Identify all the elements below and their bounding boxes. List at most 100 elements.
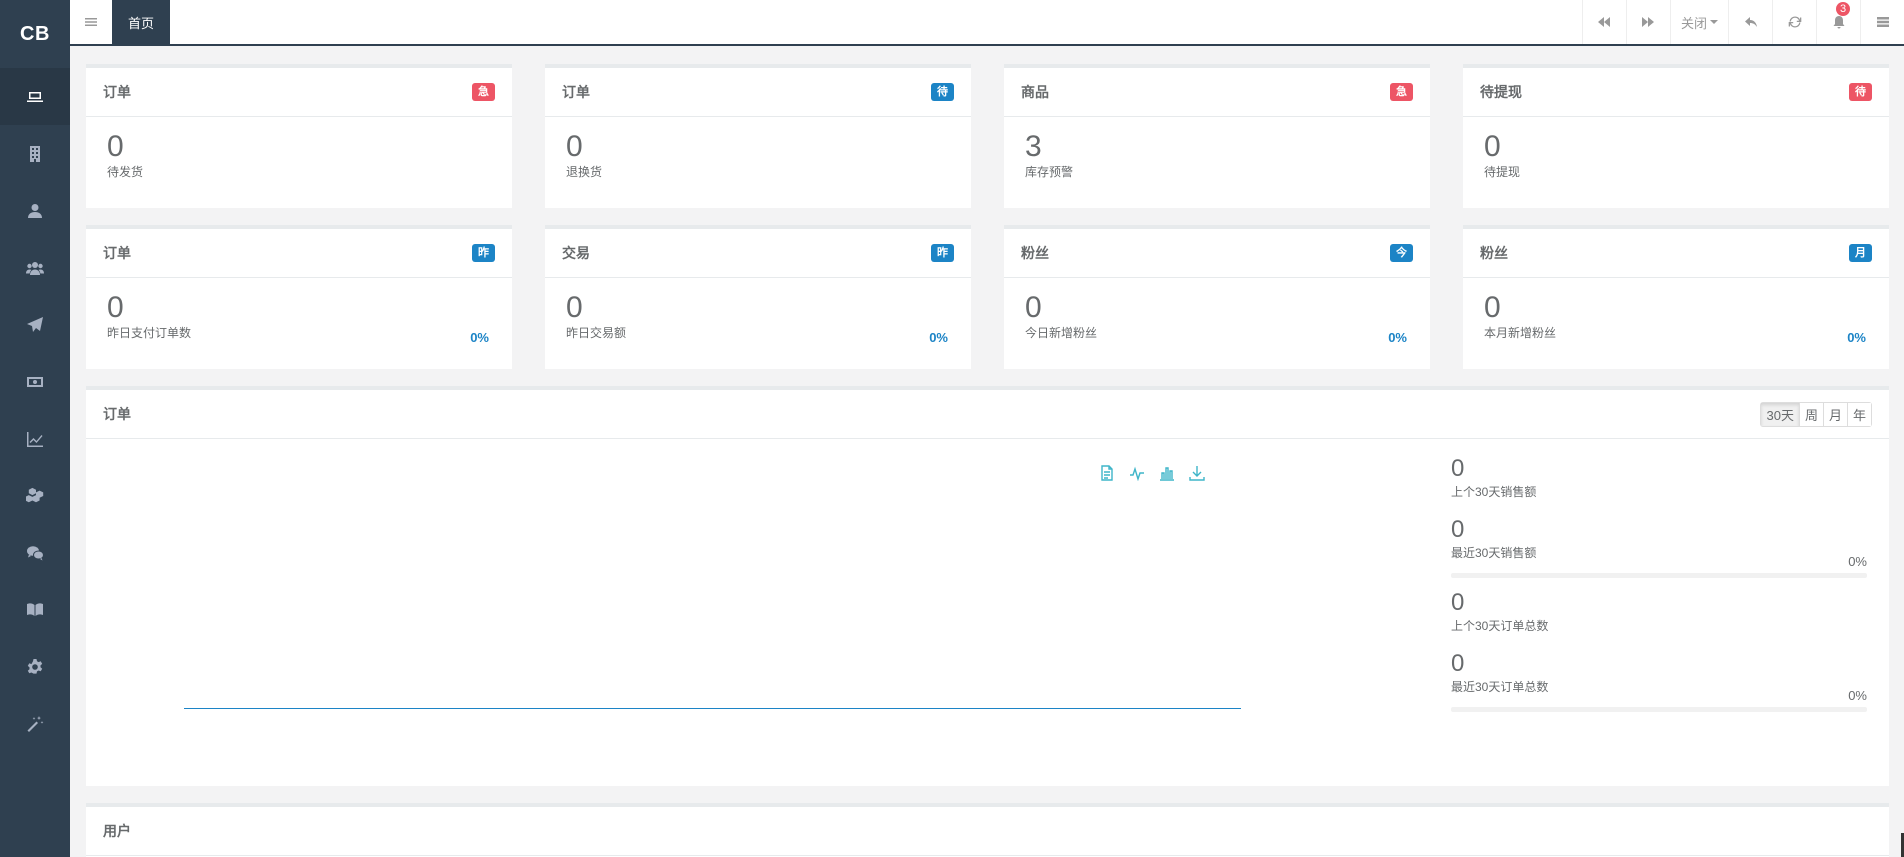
stat-value: 0 [1451,589,1465,616]
trend-card: 交易 昨 0 昨日交易额 0% [545,225,971,369]
save-image-button[interactable] [1186,462,1208,484]
sidebar-item-building[interactable] [0,125,70,182]
status-badge: 急 [1390,83,1413,101]
line-chart-icon [1130,466,1144,481]
range-month-button[interactable]: 月 [1822,402,1847,426]
book-icon [27,602,43,616]
refresh-icon [1788,16,1801,28]
stat-value: 0 [107,291,124,324]
refresh-button[interactable] [1772,0,1816,44]
gear-icon [27,658,43,674]
summary-card: 订单 急 0 待发货 [86,64,512,208]
reply-icon [1744,17,1757,27]
top-bar-actions: 关闭 3 [1581,0,1904,44]
stat-label: 本月新增粉丝 [1484,326,1557,340]
back-button[interactable] [1728,0,1772,44]
summary-card: 待提现 待 0 待提现 [1463,64,1889,208]
stat-value: 3 [1025,130,1042,163]
logo[interactable]: CB [0,0,70,68]
summary-card: 商品 急 3 库存预警 [1004,64,1430,208]
stat-label: 库存预警 [1025,165,1074,179]
stat-label: 上个30天销售额 [1451,485,1537,499]
stat-label: 待发货 [107,165,144,179]
sidebar-item-users[interactable] [0,239,70,296]
users-panel: 用户 [86,803,1889,857]
user-icon [28,203,42,218]
card-body: 0 昨日交易额 0% [545,278,971,346]
stat-percent: 0% [929,330,948,345]
card-header: 粉丝 今 [1004,229,1430,278]
stat-label: 最近30天销售额 [1451,546,1537,560]
stat-label: 昨日交易额 [566,326,627,340]
stat-value: 0 [1451,650,1465,677]
sidebar-item-user[interactable] [0,182,70,239]
sidebar-item-stats[interactable] [0,410,70,467]
card-title: 订单 [103,406,131,422]
top-bar: 首页 关闭 3 [70,0,1904,46]
wechat-icon [27,545,44,560]
stat-label: 昨日支付订单数 [107,326,192,340]
card-body: 3 库存预警 [1004,117,1430,180]
stat-label: 退换货 [566,165,603,179]
trend-card: 粉丝 月 0 本月新增粉丝 0% [1463,225,1889,369]
notification-count-badge: 3 [1836,2,1850,16]
scroll-tabs-left-button[interactable] [1581,0,1626,44]
bell-icon [1833,16,1844,29]
stat-item: 0 上个30天订单总数 [1451,591,1867,634]
sidebar-item-settings[interactable] [0,638,70,695]
stat-label: 待提现 [1484,165,1521,179]
forward-icon [1642,17,1655,27]
building-icon [30,145,40,162]
line-chart-switch-button[interactable] [1126,462,1148,484]
sidebar-item-dashboard[interactable] [0,68,70,125]
data-view-icon [1101,465,1113,481]
stat-percent: 0% [1388,330,1407,345]
card-title: 粉丝 [1480,245,1508,261]
range-year-button[interactable]: 年 [1846,402,1871,426]
trend-card: 粉丝 今 0 今日新增粉丝 0% [1004,225,1430,369]
card-header: 粉丝 月 [1463,229,1889,278]
stat-label: 上个30天订单总数 [1451,619,1549,633]
paper-plane-icon [27,316,43,332]
sidebar-item-docs[interactable] [0,581,70,638]
card-header: 订单 待 [545,68,971,117]
stat-value: 0 [107,130,124,163]
range-week-button[interactable]: 周 [1798,402,1823,426]
card-title: 粉丝 [1021,245,1049,261]
right-sidebar-toggle-button[interactable] [1860,0,1904,44]
data-view-button[interactable] [1096,462,1118,484]
bar-chart-icon [1160,467,1174,481]
scroll-tabs-right-button[interactable] [1625,0,1670,44]
sidebar-item-wechat[interactable] [0,524,70,581]
menu-toggle-button[interactable] [70,0,112,44]
tab-home[interactable]: 首页 [112,0,171,44]
card-title: 待提现 [1480,84,1522,100]
stat-value: 0 [1025,291,1042,324]
bar-chart-switch-button[interactable] [1156,462,1178,484]
caret-down-icon [1710,20,1718,24]
hamburger-icon [85,18,97,26]
chart-series-line [184,708,1241,709]
stat-value: 0 [1451,516,1465,543]
sidebar: CB [0,0,70,857]
stat-percent: 0% [1848,554,1867,569]
tasks-icon [1876,17,1889,27]
card-title: 订单 [103,245,131,261]
stat-percent: 0% [1848,688,1867,703]
range-30-days-button[interactable]: 30天 [1761,402,1799,426]
orders-panel: 订单 30天 周 月 年 [86,386,1889,786]
card-header: 订单 30天 周 月 年 [86,390,1889,439]
notifications-button[interactable]: 3 [1816,0,1860,44]
sidebar-item-finance[interactable] [0,353,70,410]
progress-bar [1451,573,1867,578]
close-tabs-dropdown[interactable]: 关闭 [1669,0,1728,44]
stat-value: 0 [566,130,583,163]
card-header: 订单 急 [86,68,512,117]
period-badge: 月 [1849,244,1872,262]
stat-value: 0 [566,291,583,324]
sidebar-item-goods[interactable] [0,467,70,524]
sidebar-item-tools[interactable] [0,695,70,752]
period-badge: 昨 [931,244,954,262]
sidebar-item-send[interactable] [0,296,70,353]
stat-value: 0 [1451,455,1465,482]
